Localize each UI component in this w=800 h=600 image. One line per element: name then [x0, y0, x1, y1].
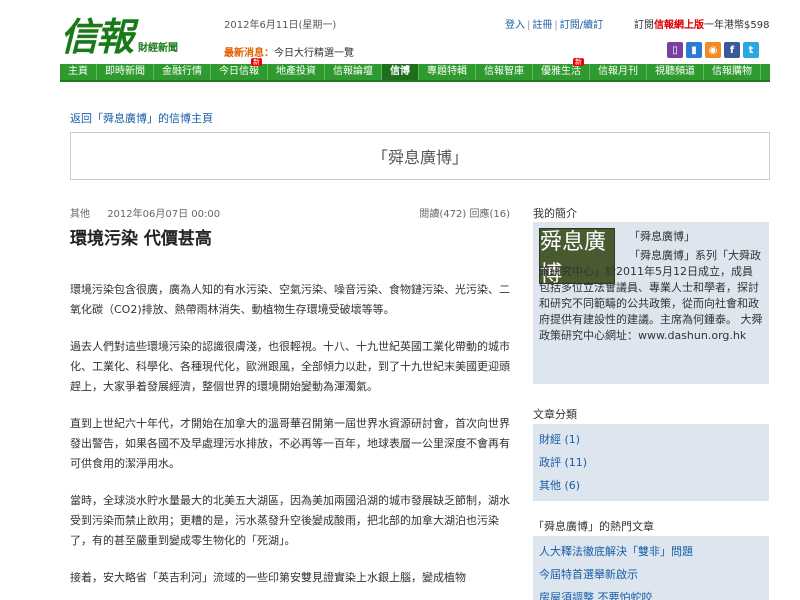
social-icons: ▯ ▮ ◉ f t — [667, 42, 759, 58]
nav-item-label: 主頁 — [68, 66, 88, 77]
nav-item-7[interactable]: 專題特輯 — [419, 64, 476, 80]
nav-item-10[interactable]: 信報月刊 — [590, 64, 647, 80]
subscription-promo[interactable]: 訂閱信報網上版一年港幣$598 — [634, 16, 769, 31]
article-paragraph: 直到上世紀六十年代，才開始在加拿大的溫哥華召開第一屆世界水資源研討會，首次向世界… — [70, 417, 510, 470]
logo-subtitle: 財經新聞 — [138, 43, 179, 54]
main-nav: 主頁 即時新聞 金融行情 今日信報新地產投資 信報論壇 信博 專題特輯 信報智庫 優雅生活新信報… — [60, 58, 770, 82]
nav-item-9[interactable]: 優雅生活新 — [533, 58, 590, 80]
nav-item-label: 信報論壇 — [333, 66, 373, 77]
hot-article-item[interactable]: 房屋須調整 不要怕蛇咬 — [539, 586, 763, 600]
article-paragraph: 當時，全球淡水貯水量最大的北美五大湖區，因為美加兩國沿湖的城市發展缺乏節制，湖水… — [70, 494, 510, 547]
login-link[interactable]: 登入 — [505, 20, 525, 31]
profile-heading: 我的簡介 — [533, 207, 577, 220]
article-datetime: 2012年06月07日 00:00 — [107, 209, 221, 220]
blog-title-box: 「舜息廣博」 — [70, 132, 770, 180]
logo-text: 信報 — [60, 14, 134, 59]
nav-item-3[interactable]: 今日信報新 — [211, 58, 268, 80]
register-link[interactable]: 註冊 — [532, 20, 552, 31]
latest-news: 最新消息：今日大行精選一覽 — [224, 44, 354, 59]
nav-item-label: 信報月刊 — [598, 66, 638, 77]
mobile-icon[interactable]: ▯ — [667, 42, 683, 58]
nav-item-6[interactable]: 信博 — [382, 64, 419, 80]
nav-item-label: 地產投資 — [276, 66, 316, 77]
nav-item-11[interactable]: 視聽頻道 — [647, 64, 704, 80]
profile-description: 「舜息廣博」系列「大舜政策研究中心」於2011年5月12日成立，成員包括多位立法… — [539, 249, 763, 342]
new-badge: 新 — [251, 58, 262, 66]
hot-article-item[interactable]: 今屆特首選舉新啟示 — [539, 563, 763, 586]
category-list: 財經 (1) 政評 (11) 其他 (6) — [533, 424, 769, 501]
profile-name: 「舜息廣博」 — [629, 230, 695, 243]
category-heading: 文章分類 — [533, 408, 577, 421]
article-paragraph: 接着，安大略省「英吉利河」流域的一些印第安雙見證實染上水銀上腦，變成植物 — [70, 571, 466, 584]
promo-highlight: 信報網上版 — [654, 20, 704, 31]
nav-item-label: 信博 — [390, 66, 410, 77]
nav-item-label: 即時新聞 — [105, 66, 145, 77]
nav-item-label: 信報智庫 — [484, 66, 524, 77]
profile-box: 舜息廣博 「舜息廣博」 「舜息廣博」系列「大舜政策研究中心」於2011年5月12… — [533, 222, 769, 384]
blog-title: 「舜息廣博」 — [371, 148, 468, 167]
promo-prefix: 訂閱 — [634, 20, 654, 31]
nav-item-0[interactable]: 主頁 — [60, 64, 97, 80]
account-links: 登入 | 註冊 | 訂閱/續訂 — [505, 20, 604, 31]
nav-item-label: 金融行情 — [162, 66, 202, 77]
article-stats: 閱讀(472) 回應(16) — [419, 209, 510, 220]
article-meta: 其他 2012年06月07日 00:00 閱讀(472) 回應(16) — [70, 205, 510, 220]
nav-item-5[interactable]: 信報論壇 — [325, 64, 382, 80]
app-icon[interactable]: ▮ — [686, 42, 702, 58]
facebook-icon[interactable]: f — [724, 42, 740, 58]
hot-articles-heading: 「舜息廣博」的熱門文章 — [533, 520, 654, 533]
nav-item-label: 優雅生活 — [541, 66, 581, 77]
subscribe-link[interactable]: 訂閱/續訂 — [560, 20, 603, 31]
article-category[interactable]: 其他 — [70, 209, 90, 220]
latest-news-link[interactable]: 今日大行精選一覽 — [274, 48, 354, 59]
nav-item-label: 信報購物 — [712, 66, 752, 77]
rss-icon[interactable]: ◉ — [705, 42, 721, 58]
article-title: 環境污染 代價甚高 — [70, 229, 212, 249]
latest-news-label: 最新消息： — [224, 48, 274, 59]
category-item[interactable]: 財經 (1) — [539, 428, 763, 451]
article-paragraph: 過去人們對這些環境污染的認識很膚淺，也很輕視。十八、十九世紀英國工業化帶動的城市… — [70, 340, 510, 393]
back-to-blog-link[interactable]: 返回「舜息廣博」的信博主頁 — [70, 110, 213, 126]
nav-item-4[interactable]: 地產投資 — [268, 64, 325, 80]
category-item[interactable]: 政評 (11) — [539, 451, 763, 474]
current-date: 2012年6月11日(星期一) — [224, 20, 337, 31]
article-paragraph: 環境污染包含很廣，廣為人知的有水污染、空氣污染、噪音污染、食物鏈污染、光污染、二… — [70, 283, 510, 316]
article-body: 環境污染包含很廣，廣為人知的有水污染、空氣污染、噪音污染、食物鏈污染、光污染、二… — [70, 280, 510, 600]
hot-articles-list: 人大釋法徹底解決「雙非」問題 今屆特首選舉新啟示 房屋須調整 不要怕蛇咬 — [533, 536, 769, 600]
nav-item-2[interactable]: 金融行情 — [154, 64, 211, 80]
new-badge: 新 — [573, 58, 584, 66]
twitter-icon[interactable]: t — [743, 42, 759, 58]
category-item[interactable]: 其他 (6) — [539, 474, 763, 497]
nav-item-1[interactable]: 即時新聞 — [97, 64, 154, 80]
hot-article-item[interactable]: 人大釋法徹底解決「雙非」問題 — [539, 540, 763, 563]
nav-item-8[interactable]: 信報智庫 — [476, 64, 533, 80]
site-logo[interactable]: 信報 財經新聞 — [60, 10, 178, 60]
nav-item-label: 視聽頻道 — [655, 66, 695, 77]
nav-item-label: 今日信報 — [219, 66, 259, 77]
site-header: 信報 財經新聞 2012年6月11日(星期一) 最新消息：今日大行精選一覽 登入… — [60, 8, 770, 64]
promo-suffix: 一年港幣$598 — [704, 20, 770, 31]
nav-item-12[interactable]: 信報購物 — [704, 64, 761, 80]
nav-item-label: 專題特輯 — [427, 66, 467, 77]
